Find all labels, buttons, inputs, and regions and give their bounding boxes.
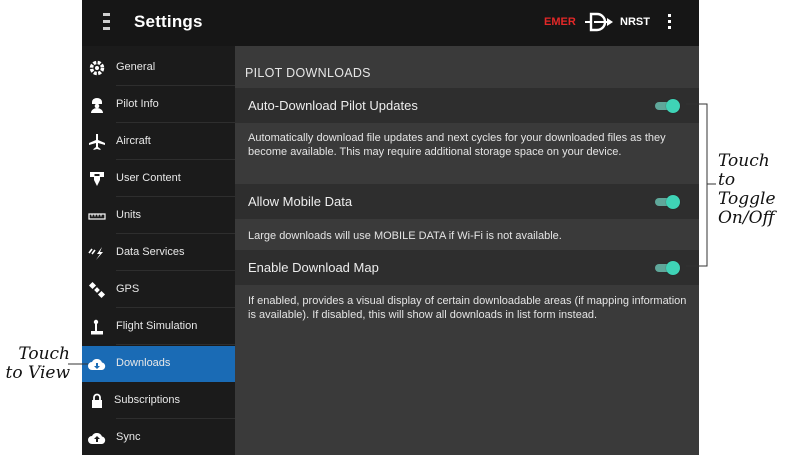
toggle-knob [666, 99, 680, 113]
top-bar: Settings EMER NRST [82, 0, 699, 46]
sidebar-item-label: Data Services [116, 246, 185, 258]
sidebar-item-flight-simulation[interactable]: Flight Simulation [82, 309, 235, 345]
settings-content: PILOT DOWNLOADS Auto-Download Pilot Upda… [235, 46, 699, 455]
pilot-icon [88, 96, 106, 114]
settings-sidebar: General Pilot Info Aircraft User Content [82, 46, 235, 455]
setting-label: Allow Mobile Data [248, 194, 353, 209]
divider [116, 270, 235, 271]
callout-line: to View [5, 363, 71, 383]
sidebar-item-label: User Content [116, 172, 181, 184]
sidebar-item-units[interactable]: Units [82, 198, 235, 234]
divider [116, 233, 235, 234]
sidebar-item-pilot-info[interactable]: Pilot Info [82, 87, 235, 123]
setting-description: Large downloads will use MOBILE DATA if … [248, 230, 562, 242]
satellite-icon [88, 281, 106, 299]
divider [116, 307, 235, 308]
sidebar-item-aircraft[interactable]: Aircraft [82, 124, 235, 160]
divider [116, 85, 235, 86]
setting-label: Auto-Download Pilot Updates [248, 98, 418, 113]
sidebar-item-label: Pilot Info [116, 98, 159, 110]
nearest-button[interactable]: NRST [620, 16, 650, 28]
mobile-data-setting-row[interactable]: Allow Mobile Data [235, 184, 699, 219]
callout-line: Toggle [718, 189, 776, 209]
divider [116, 344, 235, 345]
download-map-setting-row[interactable]: Enable Download Map [235, 250, 699, 285]
divider [116, 159, 235, 160]
section-title: PILOT DOWNLOADS [245, 66, 371, 80]
sidebar-item-label: Downloads [116, 357, 171, 369]
emergency-button[interactable]: EMER [544, 16, 576, 28]
cloud-download-icon [88, 355, 106, 373]
direct-to-icon[interactable] [585, 11, 615, 33]
sidebar-item-label: Flight Simulation [116, 320, 198, 332]
divider [116, 196, 235, 197]
divider [116, 418, 235, 419]
callout-line: Touch [18, 344, 70, 364]
sidebar-item-label: Sync [116, 431, 141, 443]
auto-download-toggle[interactable] [655, 99, 680, 113]
sidebar-item-gps[interactable]: GPS [82, 272, 235, 308]
page-title: Settings [134, 12, 203, 31]
signal-icon [88, 244, 106, 262]
callout-touch-to-view: Touch to View [2, 344, 71, 383]
hamburger-menu-icon[interactable] [103, 13, 115, 31]
gear-icon [88, 59, 106, 77]
download-map-toggle[interactable] [655, 261, 680, 275]
callout-touch-to-toggle: Touch to Toggle On/Off [718, 152, 792, 228]
app-window: Settings EMER NRST General Pilot Info Ai… [82, 0, 699, 455]
setting-description: If enabled, provides a visual display of… [248, 295, 687, 321]
joystick-icon [88, 318, 106, 336]
sidebar-item-downloads[interactable]: Downloads [82, 346, 235, 382]
sidebar-item-subscriptions[interactable]: Subscriptions [82, 383, 235, 419]
toggle-knob [666, 261, 680, 275]
sidebar-item-label: Units [116, 209, 142, 221]
toggle-knob [666, 195, 680, 209]
sidebar-item-general[interactable]: General [82, 50, 235, 86]
auto-download-setting-row[interactable]: Auto-Download Pilot Updates [235, 88, 699, 123]
setting-description: Automatically download file updates and … [248, 132, 666, 158]
airplane-icon [88, 133, 106, 151]
user-content-icon [88, 170, 106, 188]
ruler-icon [88, 207, 106, 225]
more-vert-icon[interactable] [667, 14, 673, 32]
sidebar-item-sync[interactable]: Sync [82, 420, 235, 455]
sidebar-item-data-services[interactable]: Data Services [82, 235, 235, 271]
sidebar-item-label: General [116, 61, 156, 73]
sidebar-item-label: Aircraft [116, 135, 151, 147]
setting-label: Enable Download Map [248, 260, 379, 275]
mobile-data-toggle[interactable] [655, 195, 680, 209]
lock-icon [88, 392, 106, 410]
callout-line: Touch to [718, 151, 770, 190]
callout-line: On/Off [718, 208, 775, 228]
sidebar-item-user-content[interactable]: User Content [82, 161, 235, 197]
sidebar-item-label: GPS [116, 283, 140, 295]
divider [116, 122, 235, 123]
cloud-upload-icon [88, 429, 106, 447]
sidebar-item-label: Subscriptions [114, 394, 181, 406]
